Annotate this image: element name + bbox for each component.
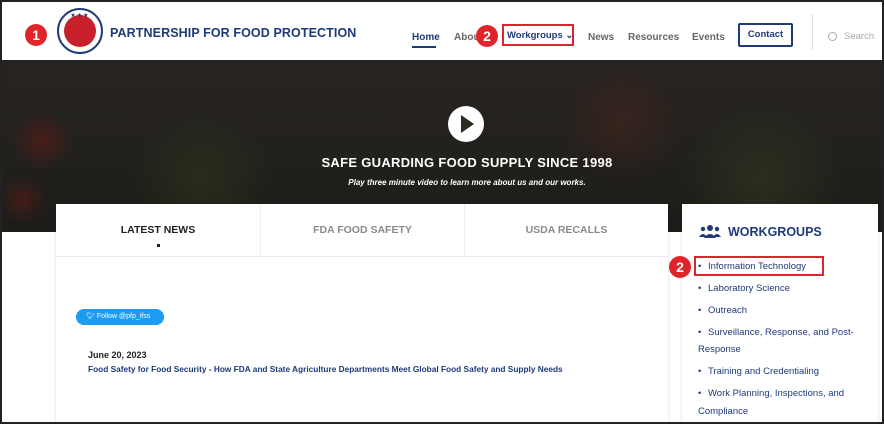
workgroup-link-surveillance[interactable]: • Surveillance, Response, and Post- [698,327,854,338]
nav-home[interactable]: Home [412,32,440,43]
logo-map-icon [64,15,96,47]
tab-usda-recalls[interactable]: USDA RECALLS [464,204,668,256]
brand-name[interactable]: PARTNERSHIP FOR FOOD PROTECTION [110,26,356,40]
tab-divider [56,256,668,257]
workgroup-link-surveillance-cont[interactable]: Response [698,344,741,355]
twitter-follow-button[interactable]: 🐦︎ Follow @pfp_ifss [76,309,164,325]
twitter-follow-label: Follow @pfp_ifss [96,313,151,320]
search-divider [812,14,813,50]
news-date: June 20, 2023 [88,350,147,360]
workgroup-link-work-planning-cont[interactable]: Compliance [698,406,748,417]
nav-news[interactable]: News [588,32,614,43]
tab-fda-food-safety[interactable]: FDA FOOD SAFETY [260,204,464,256]
news-panel: LATEST NEWS FDA FOOD SAFETY USDA RECALLS… [56,204,668,422]
annotation-badge-1: 1 [25,24,47,46]
hero-subtitle: Play three minute video to learn more ab… [348,178,586,187]
nav-workgroups[interactable]: Workgroups ⌄ [507,30,573,41]
nav-home-underline [412,46,436,48]
site-header: ★★★ PARTNERSHIP FOR FOOD PROTECTION Home… [2,2,882,60]
site-logo[interactable]: ★★★ [57,8,103,54]
workgroup-link-work-planning[interactable]: • Work Planning, Inspections, and [698,388,844,399]
twitter-bird-icon: 🐦︎ [86,313,97,320]
annotation-badge-2-sidebar: 2 [669,256,691,278]
play-icon [461,115,474,133]
tab-latest-news[interactable]: LATEST NEWS [56,204,260,256]
search-icon[interactable] [828,32,837,41]
news-headline-link[interactable]: Food Safety for Food Security - How FDA … [88,364,563,374]
browser-frame: ★★★ PARTNERSHIP FOR FOOD PROTECTION Home… [0,0,884,424]
nav-resources[interactable]: Resources [628,32,679,43]
workgroup-link-training[interactable]: • Training and Credentialing [698,366,819,377]
annotation-badge-2-nav: 2 [476,25,498,47]
workgroup-link-information-technology[interactable]: • Information Technology [698,261,806,272]
workgroups-title: WORKGROUPS [728,225,822,239]
workgroups-sidebar: WORKGROUPS • Information Technology • Labo… [682,204,878,422]
workgroup-link-laboratory-science[interactable]: • Laboratory Science [698,283,790,294]
workgroup-link-outreach[interactable]: • Outreach [698,305,747,316]
tab-active-indicator [157,244,160,247]
logo-stars: ★★★ [70,13,90,19]
search-input[interactable]: Search [844,31,874,42]
contact-button[interactable]: Contact [738,23,793,47]
hero-title: SAFE GUARDING FOOD SUPPLY SINCE 1998 [321,155,613,170]
play-video-button[interactable] [448,106,484,142]
nav-events[interactable]: Events [692,32,725,43]
group-icon [699,225,721,238]
